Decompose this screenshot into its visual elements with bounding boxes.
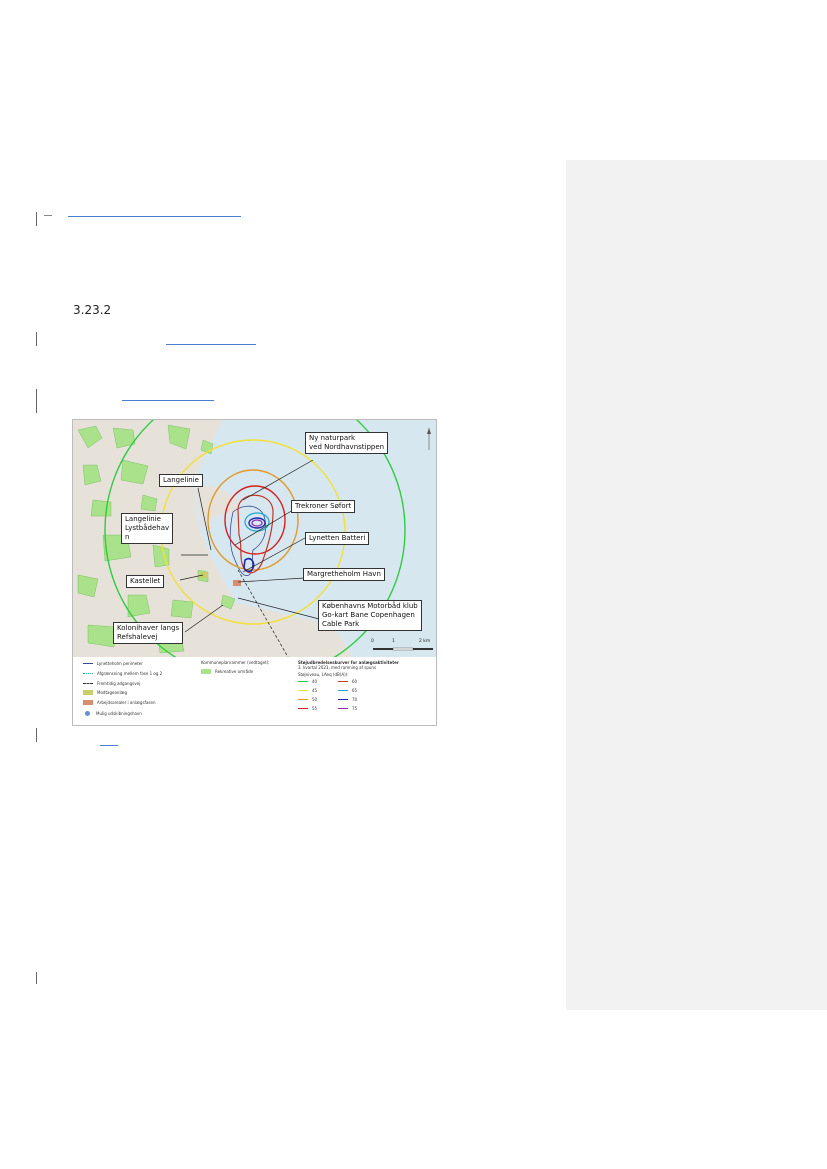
- map-label-motorbaad: Københavns Motorbåd klub Go-kart Bane Co…: [318, 600, 422, 631]
- legend-col3-subtitle: 3. kvartal 2023, med ramning af spuns: [298, 665, 377, 670]
- legend-item: Afgrænsning mellem fase 1 og 2: [83, 671, 162, 676]
- legend-contour: 60: [338, 679, 357, 684]
- legend-swatch: [338, 699, 348, 700]
- map-label-kolonihaver: Kolonihaver langs Refshalevej: [113, 622, 184, 644]
- legend-label: Fremtidig adgangsvej: [97, 681, 141, 686]
- change-bar: [36, 389, 37, 413]
- change-bar: [36, 212, 37, 226]
- legend-label: 55: [312, 706, 318, 711]
- legend-label: 70: [352, 697, 358, 702]
- legend-label: Afgrænsning mellem fase 1 og 2: [97, 671, 163, 676]
- tracked-change-underline[interactable]: [122, 400, 214, 401]
- legend-contour: 75: [338, 706, 357, 711]
- legend-col3-unit: Støjniveau, LAeq (dB(A)):: [298, 672, 349, 677]
- legend-item: Mulig udskibningshavn: [83, 711, 142, 716]
- legend-label: 65: [352, 688, 358, 693]
- legend-swatch: [338, 681, 348, 682]
- map-label-trekroner: Trekroner Søfort: [291, 500, 356, 513]
- map-label-langelinie-lystbaadehavn: Langelinie Lystbådehav n: [121, 513, 174, 544]
- map-label-margretheholm: Margretheholm Havn: [303, 568, 385, 581]
- legend-contour: 45: [298, 688, 317, 693]
- legend-label: 75: [352, 706, 358, 711]
- legend-item: Arbejdsarealer i anlægsfasen: [83, 700, 156, 705]
- legend-swatch: [298, 681, 308, 682]
- change-mark: [44, 215, 52, 216]
- anchor-icon: [85, 711, 90, 716]
- legend-swatch: [83, 700, 93, 705]
- legend-item: Modtageanlæg: [83, 690, 127, 695]
- noise-map-figure: 0 1 2 km Ny naturpark ved Nordhavnstippe…: [72, 419, 437, 726]
- section-number: 3.23.2: [73, 303, 112, 317]
- legend-swatch: [83, 690, 93, 695]
- scale-bar: [373, 647, 433, 651]
- legend-item: Rekreative område: [201, 669, 253, 674]
- tracked-change-underline[interactable]: [68, 216, 241, 217]
- map-label-langelinie: Langelinie: [159, 474, 203, 487]
- scale-label: 1: [392, 639, 395, 644]
- map-label-lynetten-batteri: Lynetten Batteri: [305, 532, 370, 545]
- scale-label: 2 km: [419, 639, 431, 644]
- map-label-kastellet: Kastellet: [126, 575, 165, 588]
- legend-label: 40: [312, 679, 318, 684]
- legend-item: Fremtidig adgangsvej: [83, 681, 140, 686]
- change-bar: [36, 332, 37, 346]
- legend-contour: 40: [298, 679, 317, 684]
- work-area: [233, 580, 241, 586]
- legend-swatch: [83, 683, 93, 684]
- legend-label: 60: [352, 679, 358, 684]
- legend-item: Lynetteholm perimeter: [83, 661, 143, 666]
- map-label-ny-naturpark: Ny naturpark ved Nordhavnstippen: [305, 432, 389, 454]
- legend-label: 45: [312, 688, 318, 693]
- legend-swatch: [83, 673, 93, 674]
- legend-swatch: [83, 663, 93, 664]
- legend-swatch: [201, 669, 211, 674]
- legend-label: Lynetteholm perimeter: [97, 661, 143, 666]
- scale-label: 0: [371, 639, 374, 644]
- change-bar: [36, 728, 37, 742]
- legend-col2-title: Kommuneplanrammer (vedtaget):: [201, 660, 270, 665]
- comment-pane: [566, 160, 827, 1010]
- legend-contour: 55: [298, 706, 317, 711]
- legend-label: Mulig udskibningshavn: [96, 711, 142, 716]
- legend-swatch: [298, 708, 308, 709]
- legend-swatch: [298, 699, 308, 700]
- tracked-change-underline[interactable]: [166, 344, 256, 345]
- legend-contour: 65: [338, 688, 357, 693]
- legend-contour: 70: [338, 697, 357, 702]
- legend-swatch: [338, 690, 348, 691]
- map-legend: Lynetteholm perimeter Afgrænsning mellem…: [73, 657, 436, 725]
- legend-swatch: [298, 690, 308, 691]
- tracked-change-underline[interactable]: [100, 745, 118, 746]
- legend-contour: 50: [298, 697, 317, 702]
- legend-swatch: [338, 708, 348, 709]
- legend-label: 50: [312, 697, 318, 702]
- reception-facility: [200, 572, 208, 578]
- legend-label: Arbejdsarealer i anlægsfasen: [97, 700, 156, 705]
- legend-label: Rekreative område: [215, 669, 254, 674]
- change-bar: [36, 972, 37, 984]
- legend-label: Modtageanlæg: [97, 690, 128, 695]
